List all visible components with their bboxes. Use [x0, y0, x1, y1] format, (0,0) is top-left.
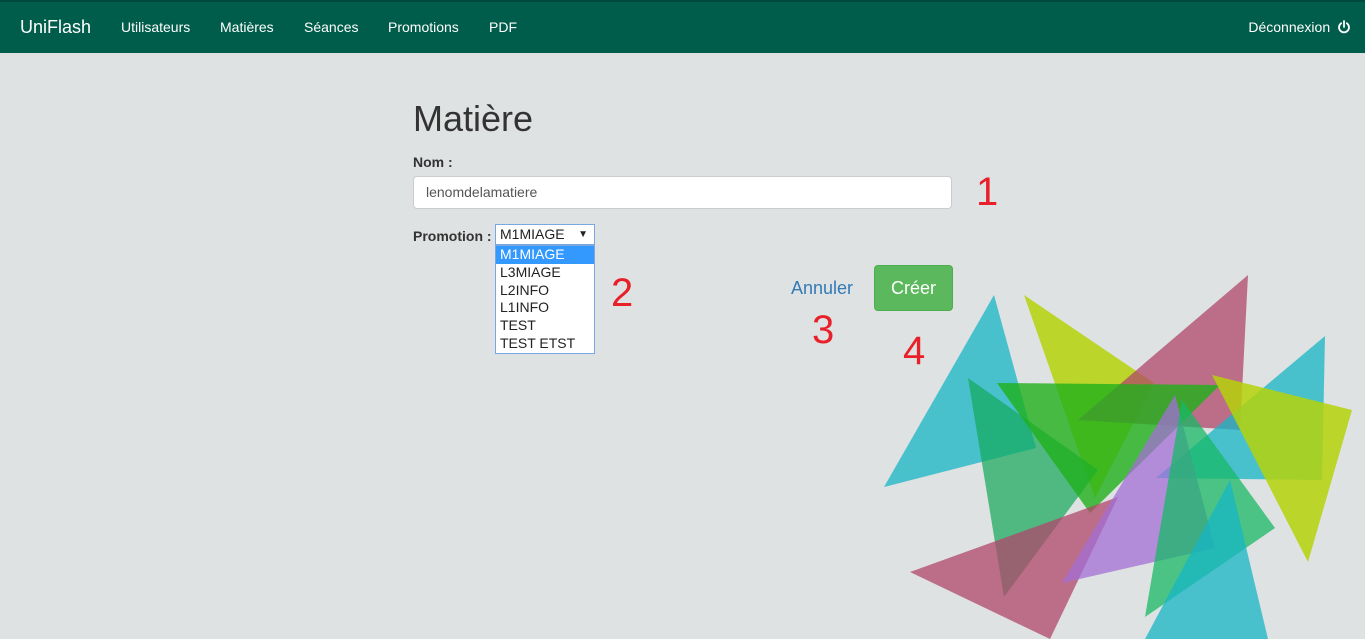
promotion-option[interactable]: TEST ETST: [496, 335, 594, 353]
promotion-option[interactable]: M1MIAGE: [496, 246, 594, 264]
annotation-number: 3: [812, 308, 835, 352]
annotation-number: 4: [903, 329, 926, 373]
promotion-option[interactable]: L3MIAGE: [496, 264, 594, 282]
power-icon: [1338, 20, 1350, 34]
name-label: Nom :: [413, 154, 453, 170]
cancel-link[interactable]: Annuler: [791, 278, 853, 299]
brand-logo[interactable]: UniFlash: [20, 17, 91, 38]
dropdown-arrow-icon: ▼: [578, 229, 588, 240]
promotion-select[interactable]: M1MIAGE ▼: [495, 224, 595, 245]
decorative-triangles: [884, 275, 1352, 639]
logout-label: Déconnexion: [1248, 19, 1331, 35]
name-input[interactable]: lenomdelamatiere: [413, 176, 952, 209]
promotion-option[interactable]: L2INFO: [496, 282, 594, 300]
create-button[interactable]: Créer: [874, 265, 953, 311]
top-navbar: UniFlash Utilisateurs Matières Séances P…: [0, 0, 1365, 53]
page-title: Matière: [413, 98, 534, 139]
nav-item-seances[interactable]: Séances: [304, 19, 358, 35]
annotation-number: 2: [611, 271, 634, 315]
promotion-option[interactable]: L1INFO: [496, 299, 594, 317]
promotion-option[interactable]: TEST: [496, 317, 594, 335]
promotion-dropdown-list: M1MIAGE L3MIAGE L2INFO L1INFO TEST TEST …: [495, 245, 595, 354]
nav-item-pdf[interactable]: PDF: [489, 19, 517, 35]
nav-item-matieres[interactable]: Matières: [220, 19, 274, 35]
promotion-selected-value: M1MIAGE: [500, 226, 565, 242]
annotation-number: 1: [976, 170, 999, 214]
nav-item-utilisateurs[interactable]: Utilisateurs: [121, 19, 190, 35]
logout-link[interactable]: Déconnexion: [1248, 19, 1351, 35]
promotion-label: Promotion :: [413, 228, 492, 244]
nav-item-promotions[interactable]: Promotions: [388, 19, 459, 35]
